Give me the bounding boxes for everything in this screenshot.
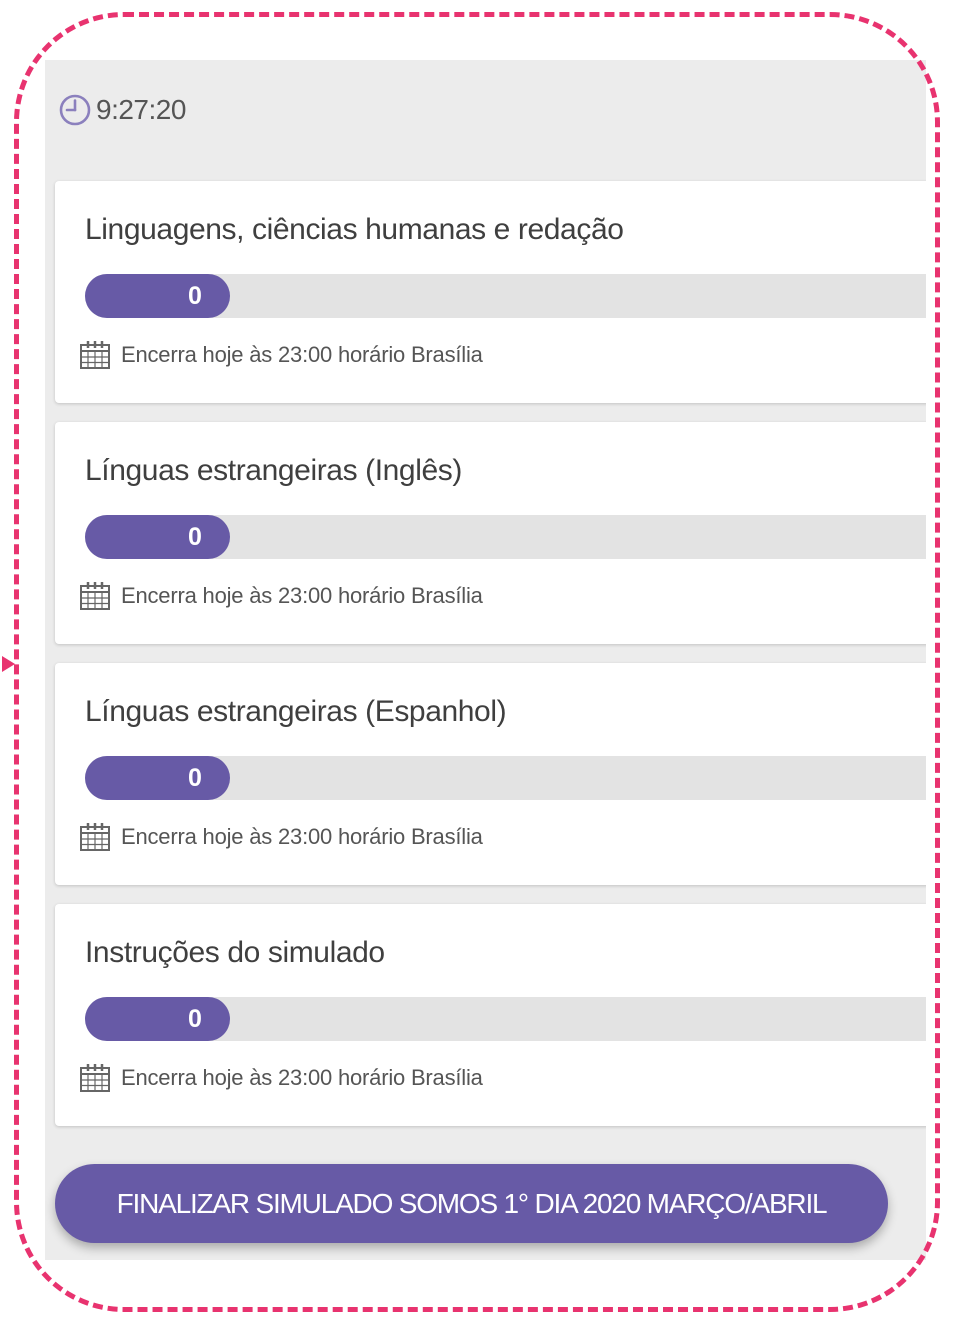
calendar-icon xyxy=(80,823,110,851)
card-title: Línguas estrangeiras (Espanhol) xyxy=(85,695,507,728)
deadline: Encerra hoje às 23:00 horário Brasília xyxy=(79,581,483,611)
progress-fill: 0 xyxy=(85,274,230,318)
progress-value: 0 xyxy=(188,522,202,551)
calendar-icon xyxy=(80,1064,110,1092)
progress-value: 0 xyxy=(188,281,202,310)
card-title: Linguagens, ciências humanas e redação xyxy=(85,213,624,246)
finish-exam-button[interactable]: FINALIZAR SIMULADO SOMOS 1° DIA 2020 MAR… xyxy=(55,1164,888,1243)
progress-bar: 0 xyxy=(85,997,926,1041)
exam-card-instrucoes[interactable]: Instruções do simulado 0 Encerra hoje às… xyxy=(55,904,926,1126)
progress-bar: 0 xyxy=(85,756,926,800)
deadline: Encerra hoje às 23:00 horário Brasília xyxy=(79,340,483,370)
deadline-text: Encerra hoje às 23:00 horário Brasília xyxy=(121,583,483,608)
progress-fill: 0 xyxy=(85,756,230,800)
card-title: Instruções do simulado xyxy=(85,936,385,969)
frame-arrow-marker xyxy=(2,656,15,672)
deadline-text: Encerra hoje às 23:00 horário Brasília xyxy=(121,824,483,849)
clock-icon xyxy=(59,94,91,126)
deadline-text: Encerra hoje às 23:00 horário Brasília xyxy=(121,342,483,367)
deadline: Encerra hoje às 23:00 horário Brasília xyxy=(79,822,483,852)
exam-card-ingles[interactable]: Línguas estrangeiras (Inglês) 0 Encerra … xyxy=(55,422,926,644)
calendar-icon xyxy=(80,582,110,610)
deadline: Encerra hoje às 23:00 horário Brasília xyxy=(79,1063,483,1093)
progress-fill: 0 xyxy=(85,997,230,1041)
progress-bar: 0 xyxy=(85,274,926,318)
progress-fill: 0 xyxy=(85,515,230,559)
progress-value: 0 xyxy=(188,763,202,792)
progress-value: 0 xyxy=(188,1004,202,1033)
exam-screen: 9:27:20 Linguagens, ciências humanas e r… xyxy=(45,60,926,1260)
progress-bar: 0 xyxy=(85,515,926,559)
card-title: Línguas estrangeiras (Inglês) xyxy=(85,454,462,487)
exam-card-espanhol[interactable]: Línguas estrangeiras (Espanhol) 0 Encerr… xyxy=(55,663,926,885)
timer-value: 9:27:20 xyxy=(96,94,186,125)
calendar-icon xyxy=(80,341,110,369)
deadline-text: Encerra hoje às 23:00 horário Brasília xyxy=(121,1065,483,1090)
exam-card-linguagens[interactable]: Linguagens, ciências humanas e redação 0… xyxy=(55,181,926,403)
timer: 9:27:20 xyxy=(58,90,186,130)
